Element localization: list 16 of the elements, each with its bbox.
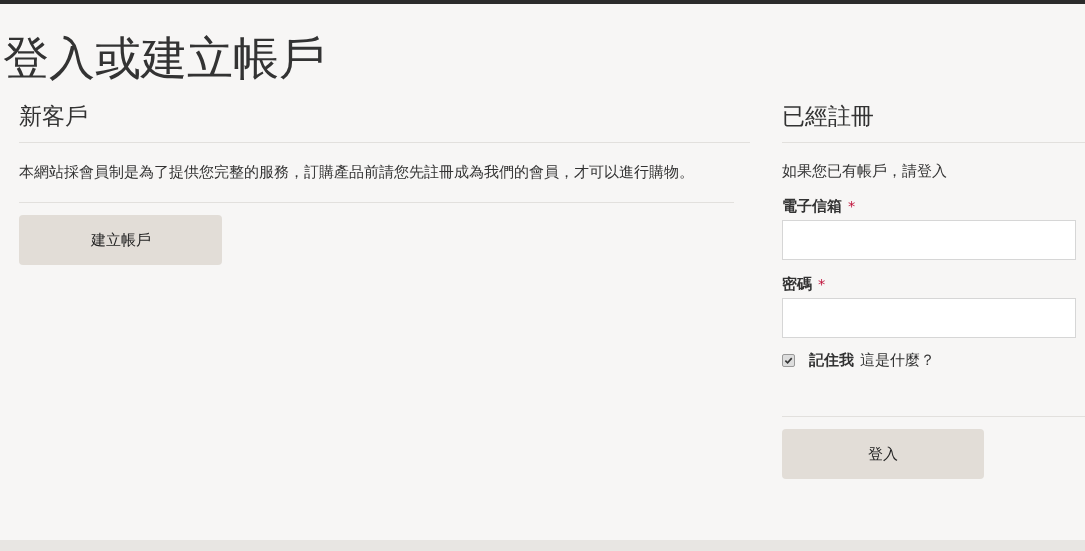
login-button[interactable]: 登入 bbox=[782, 429, 984, 479]
section-heading: 已經註冊 bbox=[782, 101, 1085, 143]
page-title: 登入或建立帳戶 bbox=[3, 31, 325, 85]
required-mark: * bbox=[848, 197, 856, 216]
input-field[interactable] bbox=[782, 298, 1076, 338]
help-link[interactable]: 這是什麼？ bbox=[860, 351, 935, 370]
field-label: 密碼 bbox=[782, 275, 812, 294]
section-heading: 新客戶 bbox=[19, 101, 750, 143]
required-mark: * bbox=[818, 275, 826, 294]
field-label: 電子信箱 bbox=[782, 197, 842, 216]
input-field[interactable] bbox=[782, 220, 1076, 260]
checkbox[interactable] bbox=[782, 354, 795, 367]
description-text: 本網站採會員制是為了提供您完整的服務，訂購產品前請您先註冊成為我們的會員，才可以進行購物。 bbox=[19, 160, 734, 203]
intro-text: 如果您已有帳戶，請登入 bbox=[782, 162, 948, 181]
checkbox-label: 記住我 bbox=[809, 351, 854, 370]
create-account-button[interactable]: 建立帳戶 bbox=[19, 215, 222, 265]
